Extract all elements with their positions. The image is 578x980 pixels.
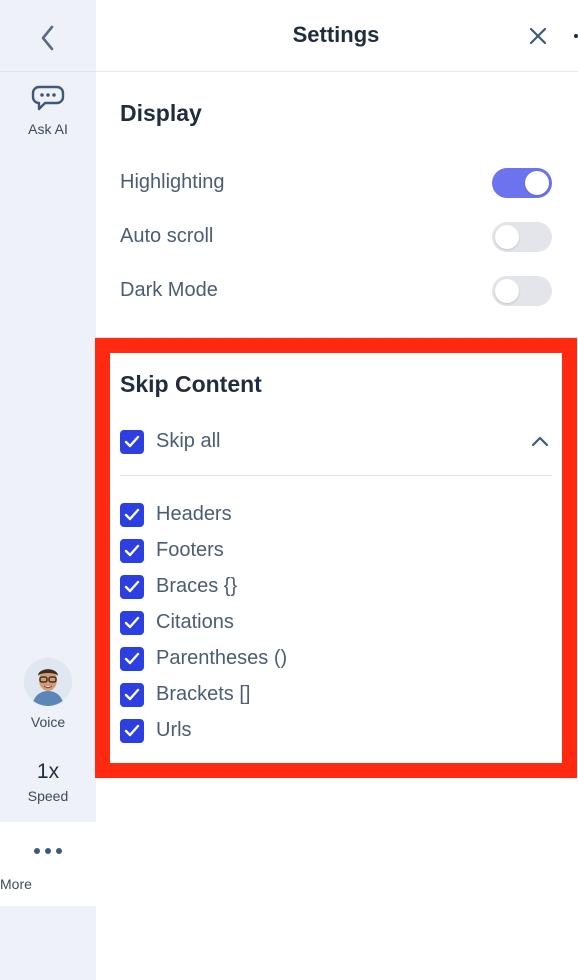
urls-label: Urls <box>156 719 192 741</box>
skip-content-section-title: Skip Content <box>120 371 262 397</box>
voice-avatar <box>24 658 72 706</box>
check-icon <box>124 724 140 737</box>
braces-label: Braces {} <box>156 575 238 597</box>
dark-mode-label: Dark Mode <box>120 279 218 301</box>
check-icon <box>124 508 140 521</box>
check-icon <box>124 435 140 448</box>
footers-label: Footers <box>156 539 224 561</box>
speed-label: Speed <box>27 788 69 804</box>
citations-checkbox[interactable] <box>120 611 144 635</box>
toggle-knob <box>495 225 519 249</box>
urls-checkbox[interactable] <box>120 719 144 743</box>
check-icon <box>124 688 140 701</box>
check-icon <box>124 652 140 665</box>
braces-checkbox[interactable] <box>120 575 144 599</box>
skip-all-label: Skip all <box>156 430 221 452</box>
ask-ai-button[interactable]: Ask AI <box>0 84 96 137</box>
more-label: More <box>0 876 32 892</box>
collapse-button[interactable] <box>530 434 550 453</box>
highlighting-toggle[interactable] <box>492 168 552 198</box>
auto-scroll-label: Auto scroll <box>120 225 214 247</box>
close-button[interactable] <box>528 26 548 46</box>
speed-value: 1x <box>36 760 60 783</box>
check-icon <box>124 616 140 629</box>
parentheses-checkbox[interactable] <box>120 647 144 671</box>
speech-bubble-icon <box>31 85 65 111</box>
left-rail: Ask AI Voice 1x Speed More <box>0 0 96 980</box>
settings-header: Settings <box>96 0 578 72</box>
display-section-title: Display <box>120 100 202 126</box>
check-icon <box>124 580 140 593</box>
voice-label: Voice <box>30 714 66 730</box>
dark-mode-toggle[interactable] <box>492 276 552 306</box>
headers-label: Headers <box>156 503 232 525</box>
check-icon <box>124 544 140 557</box>
auto-scroll-toggle[interactable] <box>492 222 552 252</box>
toggle-knob <box>495 279 519 303</box>
headers-checkbox[interactable] <box>120 503 144 527</box>
chevron-left-icon <box>41 25 54 51</box>
skip-all-divider <box>120 475 552 476</box>
brackets-label: Brackets [] <box>156 683 251 705</box>
brackets-checkbox[interactable] <box>120 683 144 707</box>
highlighting-label: Highlighting <box>120 171 225 193</box>
toggle-knob <box>525 171 549 195</box>
chevron-up-icon <box>531 436 549 447</box>
back-button[interactable] <box>0 18 96 58</box>
edge-dot <box>574 34 578 38</box>
page-title: Settings <box>292 22 380 47</box>
more-button[interactable]: More <box>0 822 96 906</box>
ask-ai-label: Ask AI <box>28 121 68 137</box>
voice-button[interactable]: Voice <box>0 658 96 730</box>
footers-checkbox[interactable] <box>120 539 144 563</box>
ellipsis-icon <box>0 842 96 860</box>
close-icon <box>529 27 547 45</box>
speed-button[interactable]: 1x Speed <box>0 760 96 804</box>
skip-all-checkbox[interactable] <box>120 430 144 454</box>
parentheses-label: Parentheses () <box>156 647 288 669</box>
rail-divider <box>0 71 96 72</box>
citations-label: Citations <box>156 611 234 633</box>
